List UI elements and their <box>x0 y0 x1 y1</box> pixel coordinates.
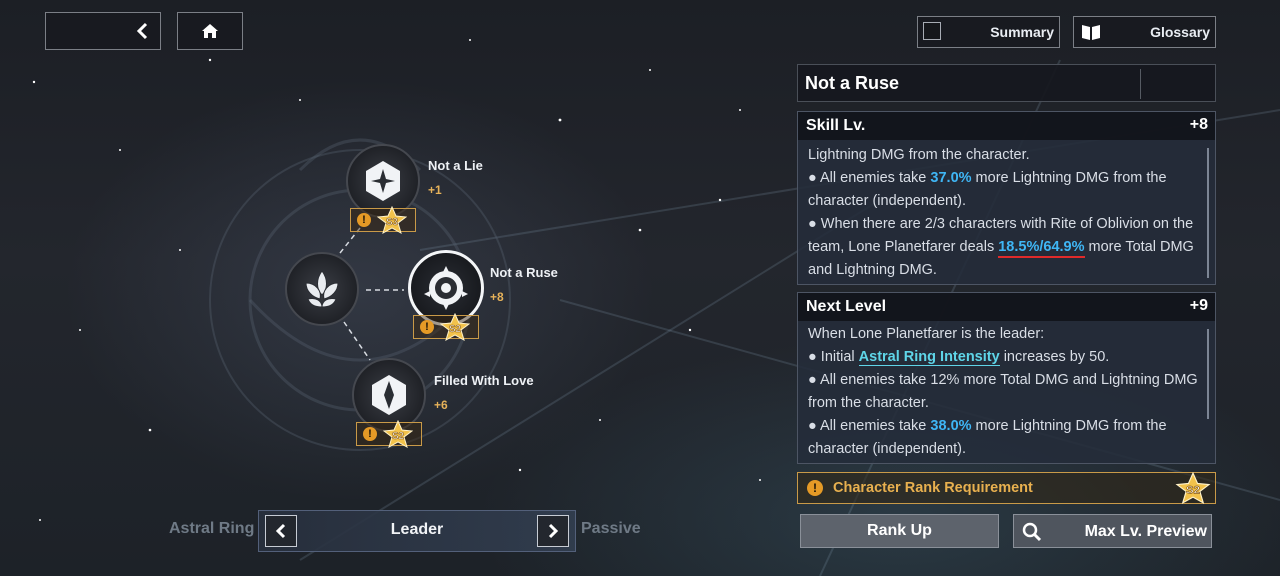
rank-s3-star-icon: S3 <box>377 206 407 234</box>
skill-lv-heading: Skill Lv. <box>806 117 866 134</box>
svg-text:S2: S2 <box>392 431 405 442</box>
rank-up-label: Rank Up <box>867 522 932 539</box>
next-level-heading: Next Level <box>806 298 887 315</box>
warning-icon: ! <box>357 213 371 227</box>
tab-astral-ring[interactable]: Astral Ring <box>169 520 254 538</box>
warning-icon: ! <box>807 480 823 496</box>
next-level-value: +9 <box>1189 297 1208 314</box>
rank-s2-star-icon: S2 <box>1175 472 1211 504</box>
star-shield-icon <box>366 161 400 201</box>
warning-icon: ! <box>420 320 434 334</box>
ring-core-icon <box>424 266 468 310</box>
max-lv-preview-label: Max Lv. Preview <box>1084 523 1207 540</box>
skill-lv-value: +8 <box>1189 116 1208 133</box>
tree-selector: Leader <box>258 510 576 552</box>
lotus-icon <box>305 270 339 308</box>
next-level-card[interactable]: Next Level +9 When Lone Planetfarer is t… <box>797 292 1216 464</box>
rank-requirement-bar: ! Character Rank Requirement S2 <box>797 472 1216 504</box>
current-skill-header: Skill Lv. +8 <box>798 112 1215 140</box>
node-label-not-a-ruse: Not a Ruse <box>490 265 558 280</box>
skill-desc-bullet: ● All enemies take 37.0% more Lightning … <box>808 170 1167 209</box>
node-plus-filled-with-love: +6 <box>434 398 448 412</box>
skill-desc-line: Lightning DMG from the character. <box>808 147 1030 163</box>
glossary-link[interactable]: Astral Ring Intensity <box>858 349 1000 366</box>
skill-value-highlight: 38.0% <box>930 418 972 434</box>
skill-value-highlight: 37.0% <box>930 170 972 186</box>
svg-text:S2: S2 <box>449 324 462 335</box>
current-skill-card[interactable]: Skill Lv. +8 Lightning DMG from the char… <box>797 111 1216 285</box>
next-tree-button[interactable] <box>537 515 569 547</box>
next-level-description: When Lone Planetfarer is the leader: ● I… <box>808 323 1200 461</box>
node-plus-not-a-lie: +1 <box>428 183 442 197</box>
next-desc-bullet: ● All enemies take 12% more Total DMG an… <box>808 372 1198 411</box>
max-lv-preview-button[interactable]: Max Lv. Preview <box>1013 514 1212 548</box>
rank-up-button[interactable]: Rank Up <box>800 514 999 548</box>
skill-value-highlight: 18.5%/64.9% <box>998 239 1085 258</box>
node-requirement-filled-with-love: ! S2 <box>356 420 422 448</box>
skill-desc-bullet: ● When there are 2/3 characters with Rit… <box>808 216 1194 278</box>
next-desc-bullet: ● All enemies take 38.0% more Lightning … <box>808 418 1167 457</box>
rank-s2-star-icon: S2 <box>383 420 413 448</box>
rank-requirement-label: Character Rank Requirement <box>833 480 1033 496</box>
node-requirement-not-a-ruse: ! S2 <box>413 313 479 341</box>
warning-icon: ! <box>363 427 377 441</box>
rank-s2-star-icon: S2 <box>440 313 470 341</box>
current-skill-description: Lightning DMG from the character. ● All … <box>808 144 1200 282</box>
chevron-left-icon <box>275 523 286 539</box>
title-divider <box>1140 69 1141 99</box>
svg-text:S2: S2 <box>1186 485 1200 497</box>
current-tree-label: Leader <box>390 521 444 538</box>
next-desc-bullet: ● Initial Astral Ring Intensity increase… <box>808 349 1110 366</box>
prev-tree-button[interactable] <box>265 515 297 547</box>
search-icon <box>1022 522 1042 542</box>
node-requirement-not-a-lie: ! S3 <box>350 206 416 234</box>
node-label-filled-with-love: Filled With Love <box>434 373 534 388</box>
next-desc-line: When Lone Planetfarer is the leader: <box>808 326 1045 342</box>
tree-root-node[interactable] <box>285 252 359 326</box>
scrollbar[interactable] <box>1207 329 1209 419</box>
scrollbar[interactable] <box>1207 148 1209 278</box>
svg-text:S3: S3 <box>386 217 399 228</box>
chevron-right-icon <box>548 523 559 539</box>
node-plus-not-a-ruse: +8 <box>490 290 504 304</box>
next-level-header: Next Level +9 <box>798 293 1215 321</box>
skill-title: Not a Ruse <box>805 73 900 93</box>
heart-shield-icon <box>372 375 406 415</box>
tab-passive[interactable]: Passive <box>581 520 641 538</box>
skill-title-box: Not a Ruse <box>797 64 1216 102</box>
node-label-not-a-lie: Not a Lie <box>428 158 483 173</box>
